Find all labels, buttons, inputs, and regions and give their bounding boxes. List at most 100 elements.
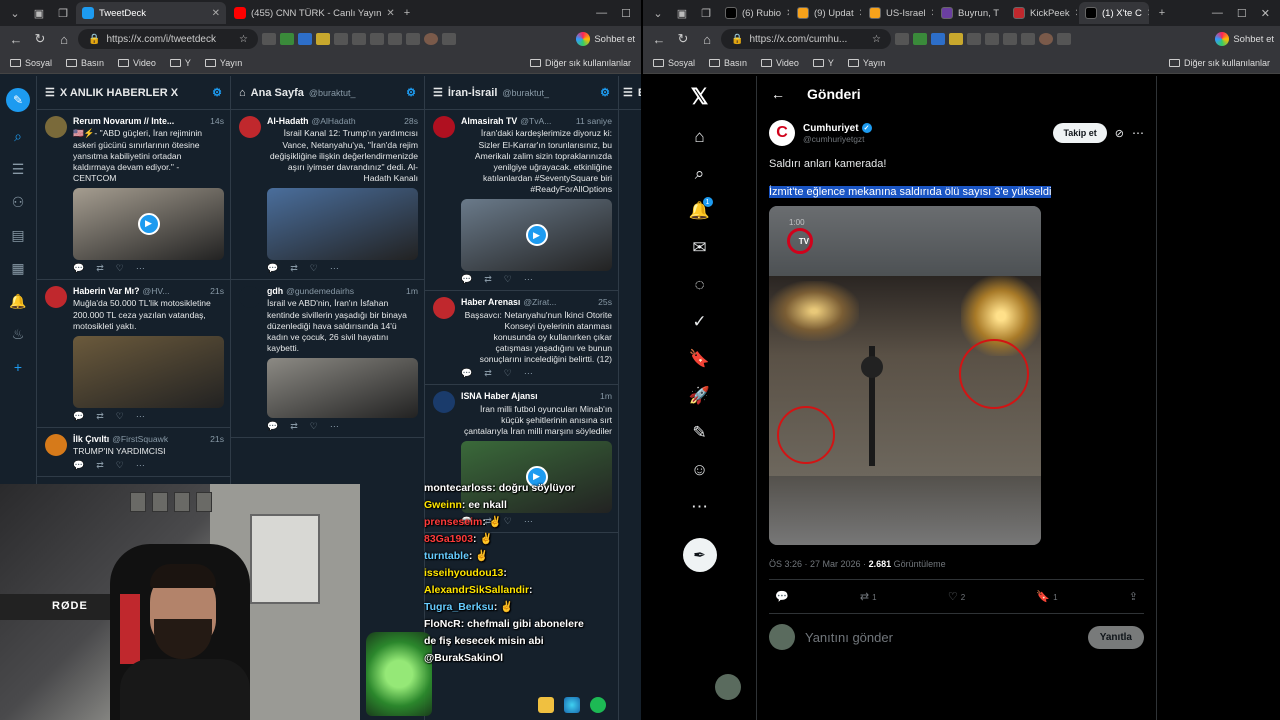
- tweet-author[interactable]: Haberin Var Mı?: [73, 286, 139, 297]
- refresh-icon[interactable]: ↻: [30, 31, 50, 47]
- tweetdeck-logo-icon[interactable]: ✎: [6, 88, 30, 112]
- column-settings-icon[interactable]: ⚙: [600, 86, 610, 99]
- tweet[interactable]: İlk Çıvıltı @FirstSquawk 21s TRUMP'IN YARDI…: [37, 428, 230, 477]
- bookmark-folder[interactable]: Basın: [709, 58, 747, 68]
- home-icon[interactable]: ⌂: [689, 127, 711, 147]
- grok-icon[interactable]: ◌: [689, 275, 711, 295]
- extension-icon[interactable]: [334, 33, 348, 45]
- grok-explain-icon[interactable]: ⊘: [1115, 127, 1124, 140]
- close-icon[interactable]: ✕: [386, 8, 394, 19]
- extension-icon[interactable]: [298, 33, 312, 45]
- tweet-author[interactable]: İlk Çıvıltı: [73, 434, 109, 445]
- tweet-avatar[interactable]: [433, 297, 455, 320]
- collections-icon[interactable]: [388, 33, 402, 45]
- compose-post-icon[interactable]: ✒: [682, 538, 717, 572]
- reply-icon[interactable]: 💬: [267, 263, 278, 275]
- share-icon[interactable]: ⇪: [1129, 590, 1138, 603]
- favorite-star-icon[interactable]: ☆: [872, 34, 881, 45]
- bookmark-folder[interactable]: Yayın: [204, 58, 242, 68]
- messages-icon[interactable]: ✉: [689, 238, 711, 258]
- maximize-icon[interactable]: ☐: [621, 7, 631, 20]
- tweet[interactable]: Almasirah TV @TvA... 11 saniye İran'daki ka…: [425, 110, 618, 292]
- more-options-icon[interactable]: ⋯: [1132, 126, 1144, 140]
- tweet-author[interactable]: Rerum Novarum // Inte...: [73, 116, 174, 127]
- tweet-author[interactable]: ISNA Haber Ajansı: [461, 391, 538, 402]
- tweet-author[interactable]: Haber Arenası: [461, 297, 520, 308]
- notifications-list-icon[interactable]: ▦: [11, 260, 24, 277]
- like-icon[interactable]: ♡: [504, 274, 512, 286]
- column-header[interactable]: ☰ İran-İsrail @buraktut_ ⚙: [425, 76, 618, 110]
- downloads-icon[interactable]: [406, 33, 420, 45]
- more-icon[interactable]: ⋯: [689, 497, 711, 517]
- more-icon[interactable]: ⋯: [330, 263, 339, 275]
- tab-actions-icon[interactable]: ❐: [52, 2, 74, 24]
- tweet-author[interactable]: gdh: [267, 286, 283, 297]
- bookmark-folder[interactable]: Y: [169, 58, 191, 68]
- browser-tab[interactable]: (9) Updat ✕: [791, 2, 861, 24]
- extension-icon[interactable]: [931, 33, 945, 45]
- close-icon[interactable]: ✕: [1147, 8, 1149, 19]
- column-settings-icon[interactable]: ⚙: [212, 86, 222, 99]
- workspaces-icon[interactable]: ▣: [671, 2, 693, 24]
- tweet-media[interactable]: ▶: [73, 188, 224, 261]
- bookmark-folder[interactable]: Sosyal: [653, 58, 695, 68]
- more-icon[interactable]: ⋯: [136, 263, 145, 275]
- tweet[interactable]: Rerum Novarum // Inte... 14s 🇺🇸⚡- "ABD güç…: [37, 110, 230, 280]
- column-settings-icon[interactable]: ⚙: [406, 86, 416, 99]
- reply-icon[interactable]: 💬: [267, 421, 278, 433]
- tab-tweetdeck[interactable]: TweetDeck ✕: [76, 2, 226, 24]
- reply-icon[interactable]: 💬: [73, 263, 84, 275]
- tweet-avatar[interactable]: [239, 116, 261, 138]
- reply-input[interactable]: Yanıtını gönder: [805, 630, 893, 645]
- reply-icon[interactable]: 💬: [775, 590, 789, 603]
- tweet-avatar[interactable]: [45, 285, 67, 308]
- bookmark-folder[interactable]: Video: [761, 58, 799, 68]
- close-icon[interactable]: ✕: [1075, 8, 1077, 19]
- workspaces-icon[interactable]: ▣: [28, 2, 50, 24]
- play-icon[interactable]: ▶: [525, 224, 548, 247]
- more-icon[interactable]: ⋯: [524, 368, 533, 380]
- favorite-star-icon[interactable]: ☆: [239, 34, 248, 45]
- close-icon[interactable]: ✕: [786, 8, 789, 19]
- profile-icon[interactable]: ☺: [689, 460, 711, 480]
- column-header[interactable]: ☰ El: [619, 76, 641, 110]
- file-explorer-icon[interactable]: [538, 697, 554, 713]
- more-icon[interactable]: ⋯: [136, 460, 145, 472]
- bookmark-folder[interactable]: Y: [812, 58, 834, 68]
- trending-icon[interactable]: ♨: [12, 326, 25, 343]
- other-favorites[interactable]: Diğer sık kullanılanlar: [1168, 58, 1270, 68]
- tweet[interactable]: gdh @gundemedairhs 1m İsrail ve ABD'nin, İr…: [231, 280, 424, 438]
- more-icon[interactable]: [1057, 33, 1071, 45]
- bookmarks-icon[interactable]: 🔖: [689, 349, 711, 369]
- extension-icon[interactable]: [280, 33, 294, 45]
- home-icon[interactable]: ⌂: [697, 32, 717, 47]
- tweet-media[interactable]: [73, 335, 224, 408]
- verified-orgs-icon[interactable]: ✓: [689, 312, 711, 332]
- like-icon[interactable]: ♡: [116, 460, 124, 472]
- maximize-icon[interactable]: ☐: [1237, 7, 1247, 20]
- articles-icon[interactable]: ✎: [689, 423, 711, 443]
- address-bar[interactable]: 🔒 https://x.com/cumhu... ☆: [721, 29, 891, 49]
- spotify-icon[interactable]: [590, 697, 606, 713]
- reply-icon[interactable]: 💬: [73, 411, 84, 423]
- x-logo-icon[interactable]: 𝕏: [691, 84, 709, 110]
- profile-avatar[interactable]: [424, 33, 438, 45]
- column-header[interactable]: ☰ X ANLIK HABERLER X ⚙: [37, 76, 230, 110]
- copilot-button[interactable]: Sohbet et: [576, 32, 635, 46]
- address-bar[interactable]: 🔒 https://x.com/i/tweetdeck ☆: [78, 29, 258, 49]
- split-screen-icon[interactable]: [352, 33, 366, 45]
- retweet-icon[interactable]: ⇄: [96, 263, 104, 275]
- reply-icon[interactable]: 💬: [461, 274, 472, 286]
- back-icon[interactable]: ←: [649, 32, 669, 47]
- collections-icon[interactable]: [1021, 33, 1035, 45]
- author-name-row[interactable]: Cumhuriyet ✓: [803, 123, 872, 134]
- extension-icon[interactable]: [913, 33, 927, 45]
- like-icon[interactable]: ♡: [504, 368, 512, 380]
- bookmark-folder[interactable]: Video: [118, 58, 156, 68]
- lists-icon[interactable]: ☰: [12, 161, 25, 178]
- account-avatar[interactable]: [715, 674, 741, 700]
- like-icon[interactable]: ♡: [310, 263, 318, 275]
- extension-icon[interactable]: [949, 33, 963, 45]
- tab-actions-icon[interactable]: ❐: [695, 2, 717, 24]
- copilot-button[interactable]: Sohbet et: [1215, 32, 1274, 46]
